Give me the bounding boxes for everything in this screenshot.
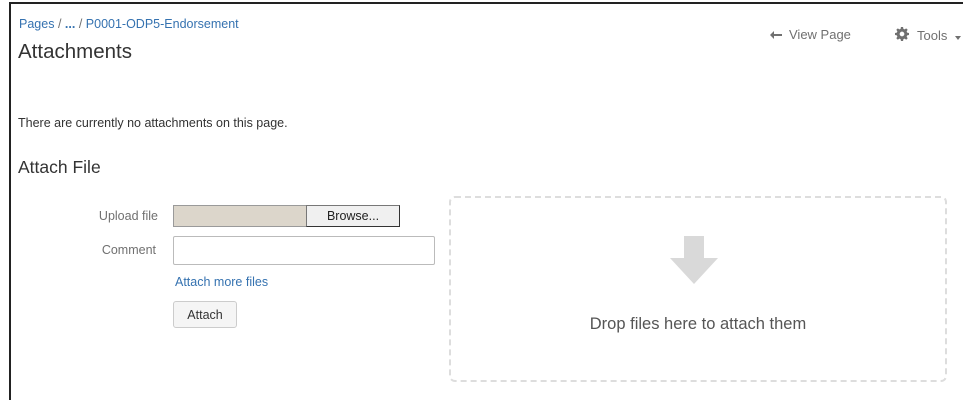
- file-drop-zone[interactable]: Drop files here to attach them: [449, 196, 947, 382]
- breadcrumb-current-page-link[interactable]: P0001-ODP5-Endorsement: [86, 17, 239, 31]
- view-page-link[interactable]: View Page: [770, 27, 851, 42]
- comment-label: Comment: [101, 243, 156, 257]
- chevron-down-icon: [955, 28, 962, 43]
- attach-file-heading: Attach File: [18, 157, 101, 177]
- comment-field[interactable]: [173, 236, 435, 265]
- down-arrow-icon: [670, 236, 718, 289]
- gear-icon: [895, 27, 909, 44]
- breadcrumb-separator: /: [57, 17, 62, 31]
- breadcrumb-separator: /: [78, 17, 83, 31]
- attach-button[interactable]: Attach: [173, 301, 237, 328]
- drop-zone-text: Drop files here to attach them: [589, 315, 807, 333]
- breadcrumb-pages-link[interactable]: Pages: [19, 17, 54, 31]
- back-arrow-icon: [770, 27, 782, 42]
- tools-menu-button[interactable]: Tools: [895, 27, 962, 44]
- upload-file-input[interactable]: Browse...: [173, 205, 400, 227]
- no-attachments-notice: There are currently no attachments on th…: [18, 116, 288, 130]
- upload-file-label: Upload file: [98, 209, 158, 223]
- view-page-label: View Page: [789, 27, 851, 42]
- attach-more-files-link[interactable]: Attach more files: [175, 275, 268, 289]
- browse-button[interactable]: Browse...: [306, 205, 400, 227]
- tools-label: Tools: [917, 28, 948, 43]
- breadcrumb-ellipsis[interactable]: ...: [65, 17, 75, 31]
- breadcrumb: Pages / ... / P0001-ODP5-Endorsement: [19, 17, 239, 31]
- page-title: Attachments: [18, 40, 132, 63]
